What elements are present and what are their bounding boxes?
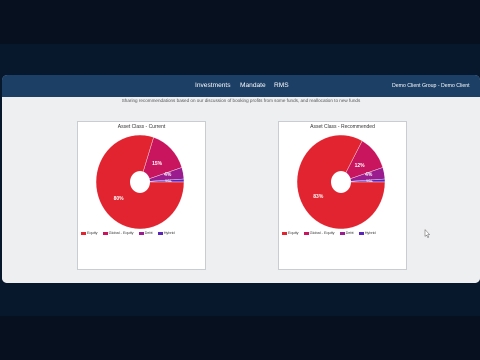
video-letterbox-bottom: [0, 316, 480, 360]
legend-label-global-equity: Global - Equity: [108, 231, 134, 235]
legend-label-equity: Equity: [288, 231, 299, 235]
pie-label-debt: 4%: [164, 172, 172, 178]
legend-label-debt: Debt: [144, 231, 153, 235]
chart-title-current: Asset Class - Current: [117, 124, 166, 130]
legend-swatch-hybrid: [358, 231, 364, 235]
legend-current: Equity Global - Equity Debt Hybrid: [81, 231, 179, 235]
nav-rms[interactable]: RMS: [274, 75, 289, 97]
chart-title-recommended: Asset Class - Recommended: [310, 124, 375, 130]
pie-label-equity: 80%: [114, 196, 125, 202]
legend-label-equity: Equity: [87, 231, 98, 235]
pie-chart-current: 15%4%1%80%: [95, 134, 185, 230]
chart-card-recommended: Asset Class - Recommended 12%4%1%83% Equ…: [278, 121, 407, 270]
legend-label-hybrid: Hybrid: [364, 231, 376, 235]
legend-item-global-equity[interactable]: Global - Equity: [303, 231, 335, 235]
legend-item-hybrid[interactable]: Hybrid: [157, 231, 175, 235]
top-nav: Investments Mandate RMS Demo Client Grou…: [2, 75, 480, 97]
main-content: Sharing recommendations based on our dis…: [2, 97, 480, 283]
legend-recommended: Equity Global - Equity Debt Hybrid: [282, 231, 380, 235]
legend-item-debt[interactable]: Debt: [138, 231, 153, 235]
app-window: Investments Mandate RMS Demo Client Grou…: [2, 75, 480, 283]
legend-item-hybrid[interactable]: Hybrid: [358, 231, 376, 235]
video-letterbox-top: [0, 0, 480, 44]
legend-swatch-debt: [339, 231, 345, 235]
mouse-cursor-icon: [424, 229, 430, 238]
legend-item-global-equity[interactable]: Global - Equity: [102, 231, 134, 235]
client-selector[interactable]: Demo Client Group - Demo Client: [392, 75, 480, 97]
nav-mandate[interactable]: Mandate: [240, 75, 266, 97]
legend-item-equity[interactable]: Equity: [81, 231, 98, 235]
legend-item-debt[interactable]: Debt: [339, 231, 354, 235]
donut-hole: [331, 171, 351, 193]
legend-label-debt: Debt: [345, 231, 354, 235]
recommendation-note: Sharing recommendations based on our dis…: [121, 98, 361, 103]
legend-label-global-equity: Global - Equity: [309, 231, 335, 235]
legend-swatch-global-equity: [303, 231, 309, 235]
legend-swatch-debt: [138, 231, 144, 235]
pie-label-global-equity: 15%: [152, 161, 163, 167]
legend-swatch-equity: [81, 231, 86, 235]
legend-label-hybrid: Hybrid: [163, 231, 175, 235]
chart-card-current: Asset Class - Current 15%4%1%80% Equity …: [77, 121, 206, 270]
pie-label-global-equity: 12%: [355, 163, 366, 169]
pie-label-equity: 83%: [313, 194, 324, 200]
pie-chart-recommended: 12%4%1%83%: [296, 134, 386, 230]
legend-swatch-equity: [282, 231, 287, 235]
legend-swatch-hybrid: [157, 231, 163, 235]
legend-item-equity[interactable]: Equity: [282, 231, 299, 235]
pie-label-debt: 4%: [365, 172, 373, 178]
nav-investments[interactable]: Investments: [195, 75, 231, 97]
donut-hole: [130, 171, 150, 193]
legend-swatch-global-equity: [102, 231, 108, 235]
